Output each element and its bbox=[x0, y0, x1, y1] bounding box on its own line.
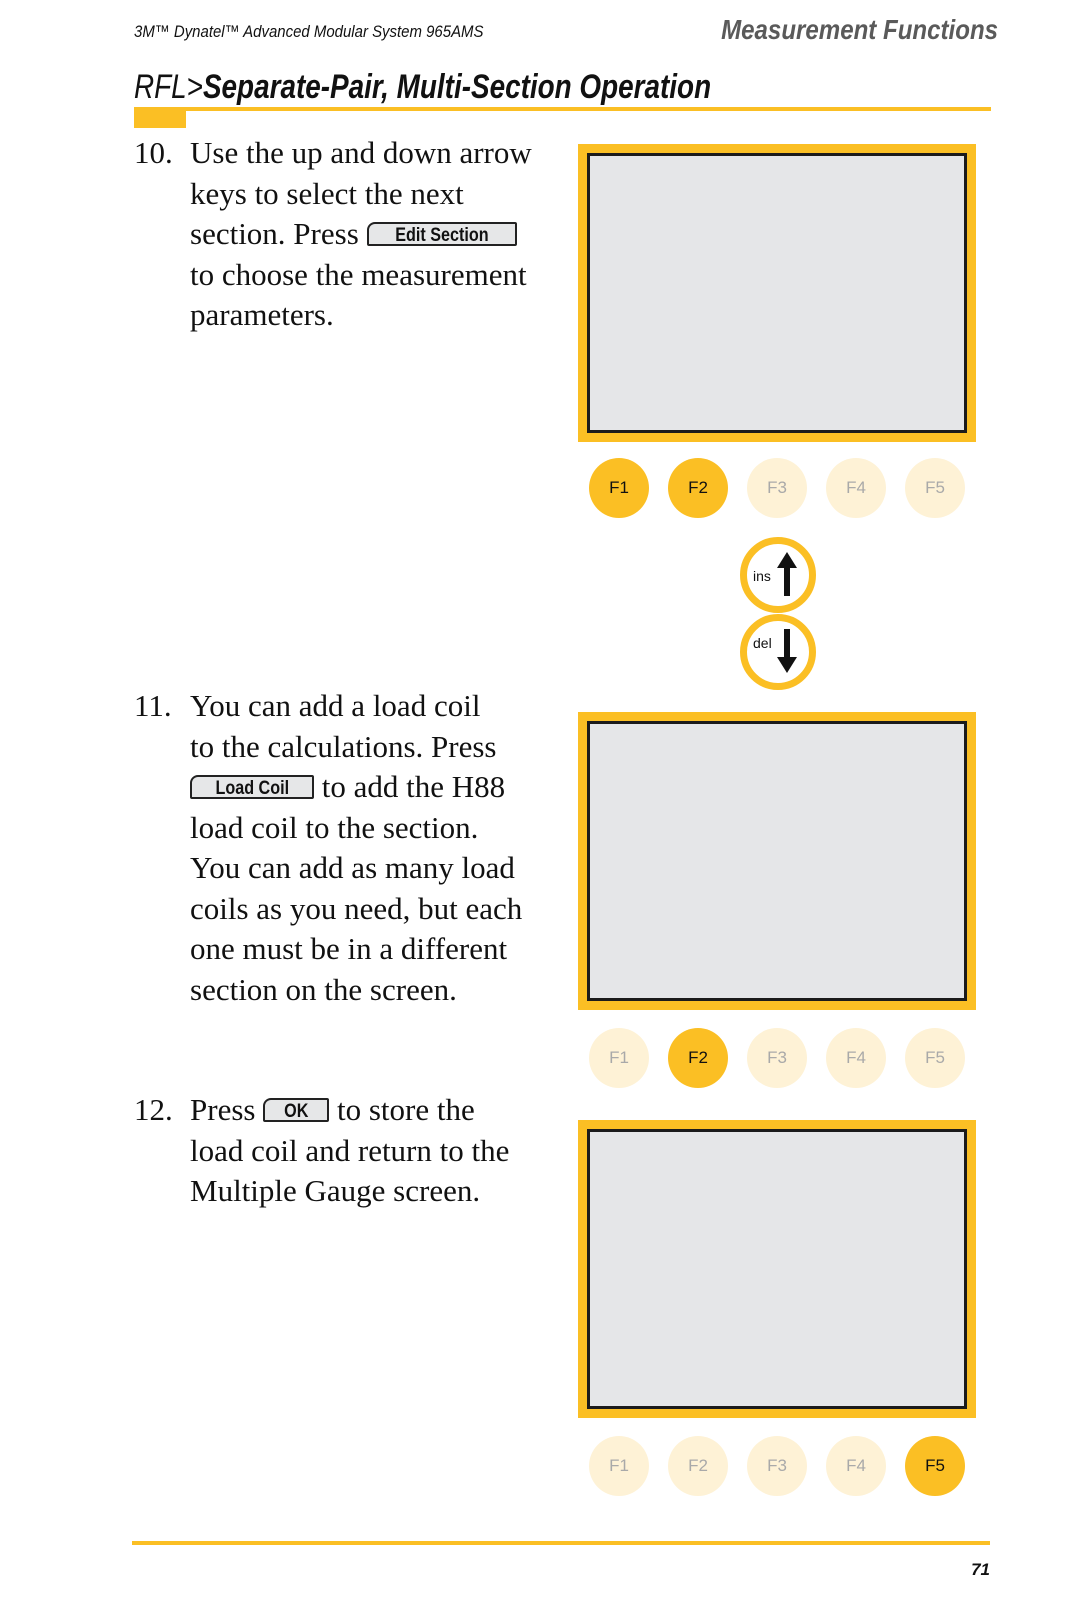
lcd-display bbox=[587, 1129, 967, 1409]
lcd-display bbox=[587, 721, 967, 1001]
title-main: Separate-Pair, Multi-Section Operation bbox=[202, 68, 712, 106]
step-body: You can add a load coil to the calculati… bbox=[190, 686, 522, 1010]
load-coil-softkey[interactable]: Load Coil bbox=[190, 774, 314, 799]
step-line: load coil to the section. bbox=[190, 809, 479, 845]
step-text: to add the H88 bbox=[321, 769, 506, 804]
page-number: 71 bbox=[971, 1560, 990, 1579]
step-line: Press OK to store the bbox=[190, 1090, 509, 1131]
footer-rule bbox=[132, 1541, 990, 1545]
f2-key[interactable]: F2 bbox=[668, 458, 728, 518]
del-label: del bbox=[753, 635, 772, 651]
f5-key[interactable]: F5 bbox=[905, 458, 965, 518]
step-line: section. Press Edit Section bbox=[190, 214, 532, 255]
f3-key[interactable]: F3 bbox=[747, 1436, 807, 1496]
title-rule bbox=[134, 107, 991, 111]
f4-key[interactable]: F4 bbox=[826, 458, 886, 518]
f3-key[interactable]: F3 bbox=[747, 1028, 807, 1088]
f1-key[interactable]: F1 bbox=[589, 1028, 649, 1088]
function-keys-2: F1 F2 F3 F4 F5 bbox=[589, 1028, 969, 1088]
device-screen-3 bbox=[578, 1120, 976, 1418]
step-number: 10. bbox=[134, 135, 173, 170]
down-arrow-del-key[interactable]: del bbox=[740, 614, 816, 690]
step-line: one must be in a different bbox=[190, 931, 508, 966]
f2-key[interactable]: F2 bbox=[668, 1028, 728, 1088]
f3-key[interactable]: F3 bbox=[747, 458, 807, 518]
step-line: Use the up and down arrow bbox=[190, 135, 532, 170]
f5-key[interactable]: F5 bbox=[905, 1436, 965, 1496]
title-prefix: RFL> bbox=[134, 68, 203, 106]
step-line: parameters. bbox=[190, 297, 334, 332]
step-line: coils as you need, but each bbox=[190, 890, 523, 926]
f1-key[interactable]: F1 bbox=[589, 1436, 649, 1496]
f4-key[interactable]: F4 bbox=[826, 1028, 886, 1088]
section-heading: Measurement Functions bbox=[721, 14, 998, 45]
device-screen-1 bbox=[578, 144, 976, 442]
step-text: section. Press bbox=[190, 216, 359, 251]
step-text: to store the bbox=[336, 1092, 475, 1127]
step-line: Load Coil to add the H88 bbox=[190, 767, 522, 808]
step-line: You can add a load coil bbox=[190, 688, 481, 723]
function-keys-3: F1 F2 F3 F4 F5 bbox=[589, 1436, 969, 1496]
step-text: Press bbox=[190, 1092, 256, 1127]
step-number: 11. bbox=[134, 688, 172, 723]
step-line: to the calculations. Press bbox=[190, 728, 497, 764]
f2-key[interactable]: F2 bbox=[668, 1436, 728, 1496]
lcd-display bbox=[587, 153, 967, 433]
function-keys-1: F1 F2 F3 F4 F5 bbox=[589, 458, 969, 518]
page-title: RFL>Separate-Pair, Multi-Section Operati… bbox=[134, 68, 711, 107]
step-body: Use the up and down arrow keys to select… bbox=[190, 133, 532, 336]
step-line: keys to select the next bbox=[190, 175, 464, 211]
up-arrow-ins-key[interactable]: ins bbox=[740, 537, 816, 613]
step-line: You can add as many load bbox=[190, 850, 515, 885]
step-line: section on the screen. bbox=[190, 971, 457, 1007]
f1-key[interactable]: F1 bbox=[589, 458, 649, 518]
edit-section-softkey[interactable]: Edit Section bbox=[366, 221, 517, 246]
softkey-label: Load Coil bbox=[215, 777, 289, 799]
step-line: load coil and return to the bbox=[190, 1132, 510, 1168]
device-screen-2 bbox=[578, 712, 976, 1010]
ins-label: ins bbox=[753, 568, 771, 584]
ok-softkey[interactable]: OK bbox=[263, 1097, 330, 1122]
step-line: to choose the measurement bbox=[190, 256, 527, 292]
arrow-up-icon bbox=[777, 552, 797, 596]
product-name: 3M™ Dynatel™ Advanced Modular System 965… bbox=[134, 22, 484, 41]
arrow-down-icon bbox=[777, 629, 797, 673]
f5-key[interactable]: F5 bbox=[905, 1028, 965, 1088]
title-tab-accent bbox=[134, 111, 186, 128]
softkey-label: Edit Section bbox=[394, 224, 489, 246]
softkey-label: OK bbox=[284, 1100, 309, 1122]
step-line: Multiple Gauge screen. bbox=[190, 1173, 481, 1208]
step-number: 12. bbox=[134, 1092, 173, 1127]
step-body: Press OK to store the load coil and retu… bbox=[190, 1090, 509, 1212]
f4-key[interactable]: F4 bbox=[826, 1436, 886, 1496]
